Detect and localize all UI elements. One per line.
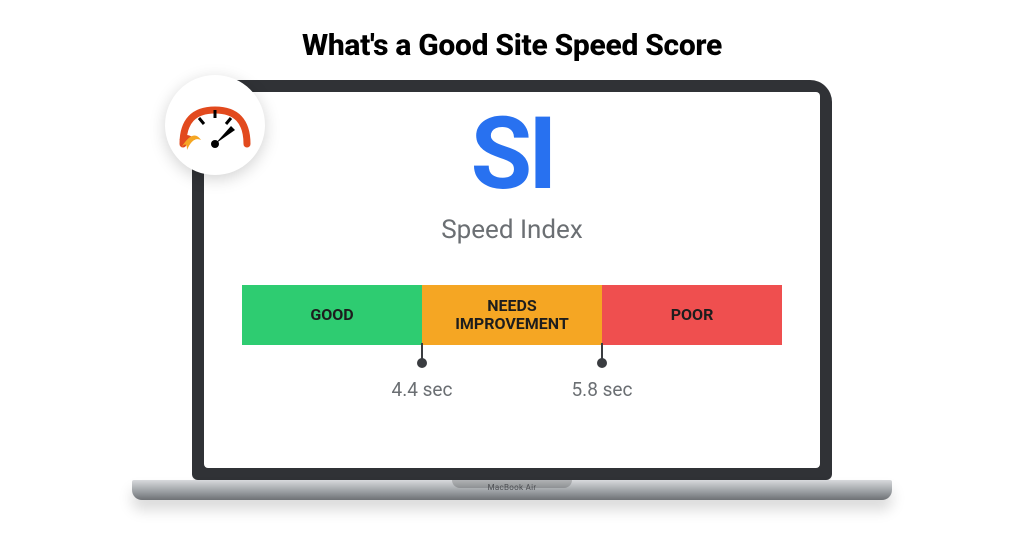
- speed-gauge-icon: [165, 75, 265, 175]
- scale-segment-needs-improvement: NEEDS IMPROVEMENT: [422, 285, 602, 345]
- score-scale: GOOD NEEDS IMPROVEMENT POOR 4.4 sec 5.8 …: [242, 285, 782, 345]
- page-title: What's a Good Site Speed Score: [0, 0, 1024, 63]
- laptop-base: MacBook Air: [132, 480, 892, 500]
- laptop-screen-bezel: SI Speed Index GOOD NEEDS IMPROVEMENT PO…: [192, 80, 832, 480]
- metric-label: Speed Index: [441, 215, 583, 245]
- screen-content: SI Speed Index GOOD NEEDS IMPROVEMENT PO…: [204, 92, 820, 468]
- device-brand-label: MacBook Air: [488, 483, 537, 492]
- threshold-label: 4.4 sec: [392, 378, 453, 401]
- threshold-label: 5.8 sec: [572, 378, 633, 401]
- scale-segment-good: GOOD: [242, 285, 422, 345]
- metric-abbrev: SI: [471, 112, 554, 197]
- laptop-device: SI Speed Index GOOD NEEDS IMPROVEMENT PO…: [192, 80, 832, 500]
- scale-segment-poor: POOR: [602, 285, 782, 345]
